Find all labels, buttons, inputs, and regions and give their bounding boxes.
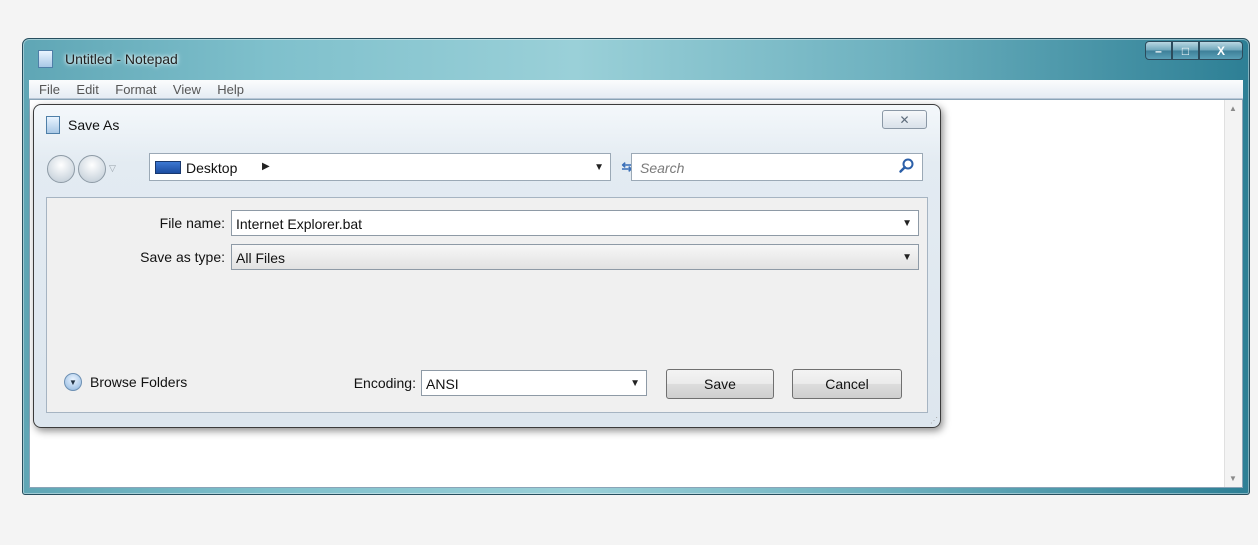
menu-help[interactable]: Help: [217, 82, 244, 97]
window-controls: – □ X: [1145, 41, 1243, 60]
save-as-type-dropdown-icon[interactable]: ▼: [902, 252, 912, 263]
address-dropdown-icon[interactable]: ▼: [594, 162, 604, 173]
dialog-icon: [46, 116, 60, 134]
file-name-value[interactable]: Internet Explorer.bat: [236, 216, 362, 232]
dialog-close-button[interactable]: ✕: [882, 110, 927, 129]
menu-file[interactable]: File: [39, 82, 60, 97]
resize-grip-icon[interactable]: ⋰: [930, 416, 938, 425]
chevron-down-circle-icon[interactable]: ▼: [64, 373, 82, 391]
search-icon[interactable]: [898, 157, 916, 175]
search-box[interactable]: Search: [631, 153, 923, 181]
browse-folders-label[interactable]: Browse Folders: [90, 374, 187, 390]
encoding-select[interactable]: ANSI ▼: [421, 370, 647, 396]
menu-format[interactable]: Format: [115, 82, 156, 97]
vertical-scrollbar[interactable]: ▲ ▼: [1224, 100, 1242, 487]
scroll-down-icon[interactable]: ▼: [1229, 474, 1237, 483]
notepad-icon[interactable]: [38, 50, 53, 68]
menu-view[interactable]: View: [173, 82, 201, 97]
maximize-button[interactable]: □: [1172, 41, 1199, 60]
menu-bar: File Edit Format View Help: [29, 80, 1243, 99]
encoding-value[interactable]: ANSI: [426, 376, 459, 392]
desktop-icon: [155, 161, 181, 174]
notepad-title: Untitled - Notepad: [65, 51, 178, 67]
save-as-type-value[interactable]: All Files: [236, 250, 285, 266]
save-button[interactable]: Save: [666, 369, 774, 399]
cancel-button[interactable]: Cancel: [792, 369, 902, 399]
address-location[interactable]: Desktop: [186, 160, 237, 176]
save-as-type-label: Save as type:: [140, 249, 225, 265]
encoding-dropdown-icon[interactable]: ▼: [630, 378, 640, 389]
notepad-title-bar[interactable]: Untitled - Notepad – □ X: [23, 39, 1249, 79]
scroll-up-icon[interactable]: ▲: [1229, 104, 1237, 113]
search-input[interactable]: Search: [640, 160, 684, 176]
dialog-title: Save As: [68, 117, 120, 133]
back-arrow-icon[interactable]: [47, 155, 75, 183]
close-button[interactable]: X: [1199, 41, 1243, 60]
save-as-type-select[interactable]: All Files ▼: [231, 244, 919, 270]
minimize-button[interactable]: –: [1145, 41, 1172, 60]
menu-edit[interactable]: Edit: [76, 82, 98, 97]
file-name-dropdown-icon[interactable]: ▼: [902, 218, 912, 229]
file-name-label: File name:: [159, 215, 225, 231]
browse-folders-toggle[interactable]: ▼ Browse Folders: [64, 373, 187, 391]
encoding-label: Encoding:: [353, 375, 416, 391]
save-as-dialog: Save As ✕ ▽ Desktop ▶ ▼ ⇆ Search File na…: [33, 104, 941, 428]
breadcrumb-chevron-icon[interactable]: ▶: [262, 161, 270, 172]
file-name-field[interactable]: Internet Explorer.bat ▼: [231, 210, 919, 236]
address-bar[interactable]: Desktop ▶ ▼: [149, 153, 611, 181]
forward-arrow-icon[interactable]: [78, 155, 106, 183]
history-dropdown-icon[interactable]: ▽: [109, 163, 116, 174]
